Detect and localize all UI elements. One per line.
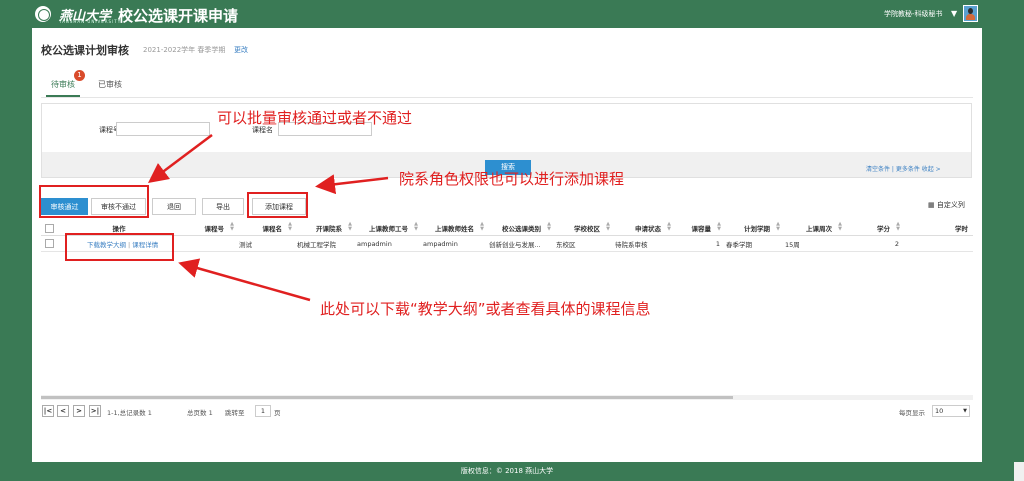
arrow-to-add-course [315,174,389,195]
arrow-to-batch-buttons [148,134,213,183]
annotation-arrows [148,134,389,302]
arrow-to-operations [178,258,311,302]
